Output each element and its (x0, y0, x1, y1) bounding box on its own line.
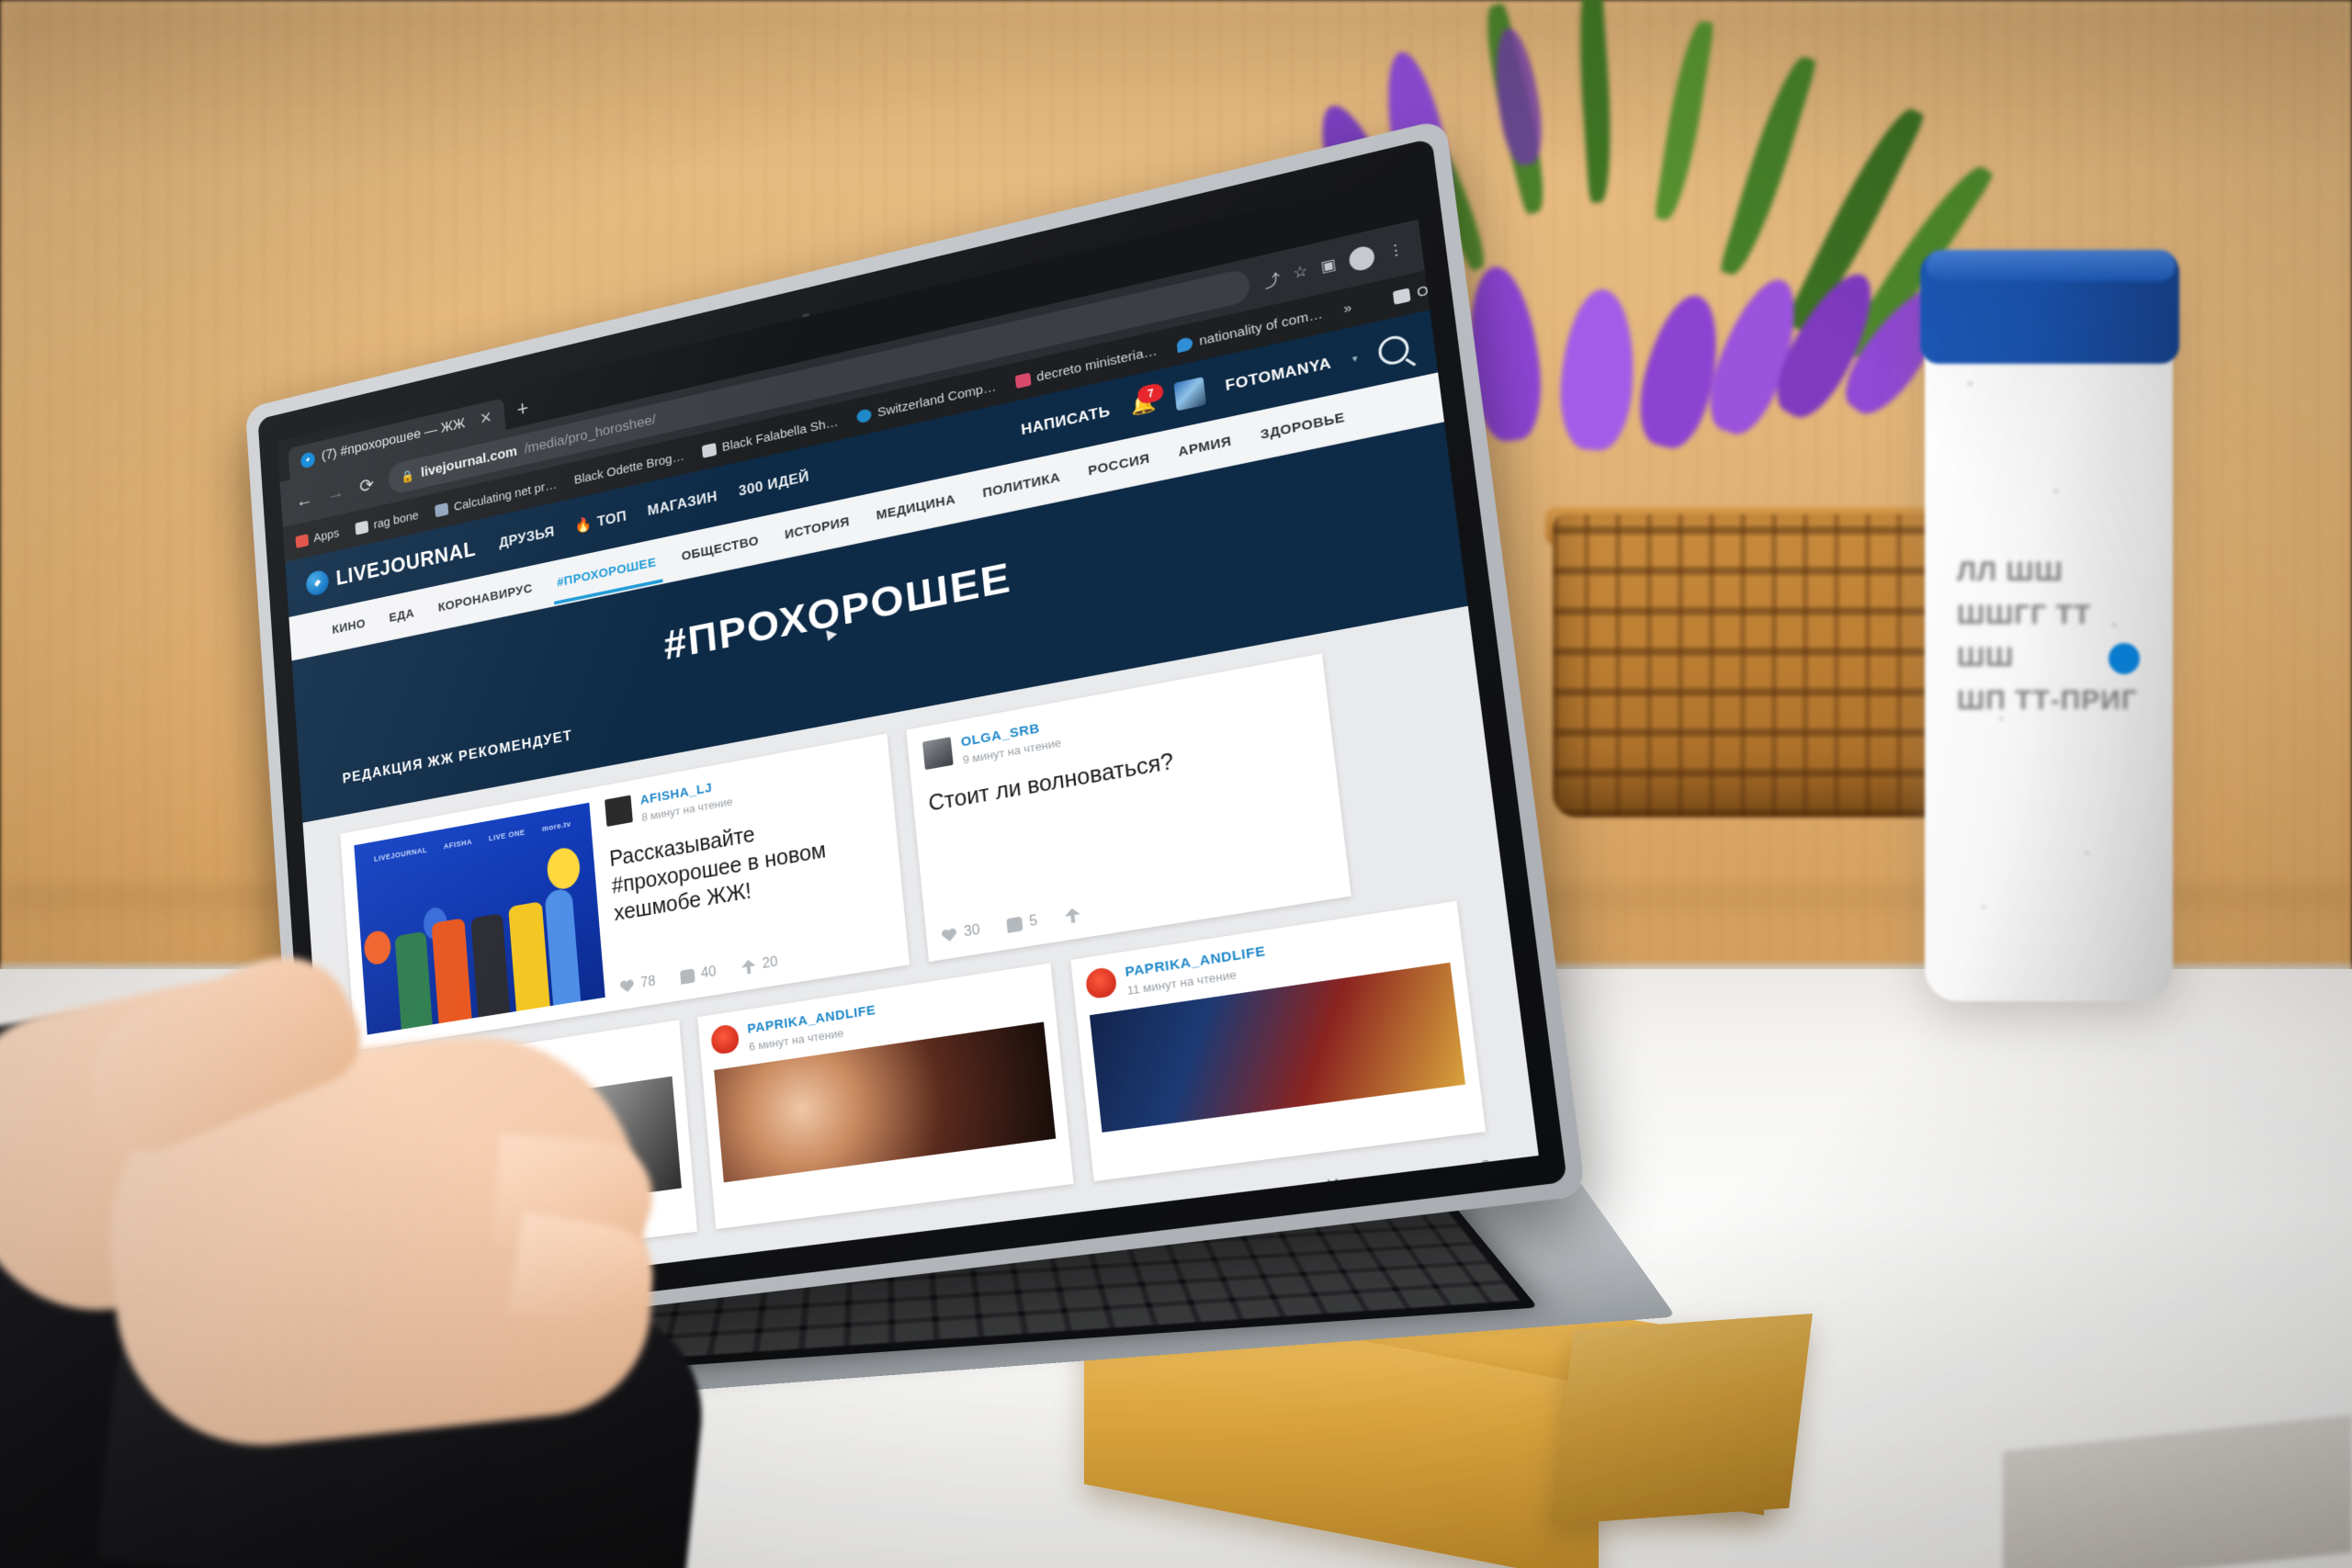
nav-item-magazin[interactable]: МАГАЗИН (647, 488, 718, 519)
author-avatar[interactable] (605, 795, 633, 827)
chevron-down-icon[interactable]: ▾ (1351, 352, 1358, 365)
bookmark-label: rag bone (373, 508, 420, 532)
site-icon (435, 502, 449, 517)
profile-avatar-icon[interactable] (1348, 243, 1376, 273)
site-icon (701, 442, 718, 458)
likes-count: 30 (963, 921, 981, 941)
illustration-person (470, 912, 511, 1018)
illustration-person (508, 901, 550, 1011)
mug-blue-dot (2109, 643, 2140, 674)
shares-stat[interactable]: 20 (741, 954, 778, 976)
author-avatar[interactable] (922, 737, 954, 771)
reload-icon[interactable]: ⟳ (356, 472, 378, 498)
comments-count: 40 (700, 964, 718, 982)
balloon-orange (363, 929, 392, 966)
search-icon[interactable] (1376, 333, 1411, 367)
article-body: AFISHA_LJ 8 минут на чтение Рассказывайт… (605, 750, 893, 995)
site-icon (856, 407, 873, 424)
article-card[interactable]: PAPRIKA_ANDLIFE 11 минут на чтение (1069, 900, 1487, 1182)
thumb-logo: AFISHA (443, 837, 473, 852)
article-stats: 78 40 20 (619, 936, 893, 995)
share-icon (1064, 908, 1081, 924)
folder-icon (1393, 287, 1411, 305)
article-card[interactable]: PAPRIKA_ANDLIFE 6 минут на чтение (697, 963, 1074, 1230)
nav-label: МАГАЗИН (647, 488, 718, 519)
notifications-bell-icon[interactable]: 🔔 7 (1129, 381, 1165, 418)
nav-item-druzya[interactable]: ДРУЗЬЯ (498, 524, 555, 552)
likes-stat[interactable]: 78 (619, 974, 656, 995)
category-kino[interactable]: КИНО (331, 603, 368, 650)
mouse-cursor (821, 630, 837, 644)
share-icon (741, 959, 756, 976)
lock-icon: 🔒 (400, 468, 415, 484)
bookmark-item[interactable]: rag bone (355, 508, 419, 536)
author-block: PAPRIKA_ANDLIFE 11 минут на чтение (1125, 943, 1269, 998)
author-block: OLGA_SRB 9 минут на чтение (960, 717, 1062, 767)
comment-icon (679, 968, 695, 985)
article-thumbnail: LIVEJOURNAL AFISHA LIVE ONE more.tv (354, 802, 605, 1035)
balloon-yellow (546, 845, 582, 892)
likes-stat[interactable]: 30 (941, 922, 980, 944)
bookmark-label: Apps (312, 525, 340, 546)
photo-scene: ЛЛ ШШ ШШГГ ТТ ШШ ШП ТТ-ПРИГ (7) #прохороше… (0, 0, 2352, 1568)
star-icon[interactable]: ☆ (1292, 262, 1308, 283)
thumb-logo: LIVEJOURNAL (373, 845, 428, 863)
author-avatar[interactable] (1084, 965, 1117, 1000)
illustration-person (431, 918, 472, 1024)
write-button[interactable]: НАПИСАТЬ (1020, 402, 1111, 439)
author-block: PAPRIKA_ANDLIFE 6 минут на чтение (747, 1002, 878, 1053)
mug-lid-top (1926, 250, 2176, 281)
mug-text: ЛЛ ШШ ШШГГ ТТ ШШ ШП ТТ-ПРИГ (1957, 557, 2138, 716)
fire-icon: 🔥 (574, 514, 594, 535)
notification-badge: 7 (1136, 381, 1165, 405)
nav-label: ДРУЗЬЯ (498, 523, 556, 551)
extension-icon[interactable]: ▣ (1319, 255, 1337, 276)
close-tab-icon[interactable]: ✕ (479, 408, 492, 429)
category-armiya[interactable]: АРМИЯ (1176, 418, 1234, 474)
author-block: AFISHA_LJ 8 минут на чтение (639, 777, 733, 824)
site-icon (1014, 372, 1032, 389)
user-avatar[interactable] (1173, 377, 1207, 412)
nav-item-top[interactable]: 🔥 ТОП (574, 508, 627, 536)
likes-count: 78 (639, 974, 657, 991)
three-dot-menu-icon[interactable]: ⋮ (1386, 240, 1405, 261)
nav-label: 300 ИДЕЙ (738, 468, 810, 500)
site-icon (1176, 335, 1194, 353)
author-avatar[interactable] (710, 1023, 741, 1055)
new-tab-icon[interactable]: + (516, 396, 529, 422)
apps-icon (295, 533, 310, 548)
heart-icon (619, 978, 634, 994)
comment-icon (1006, 916, 1023, 933)
thumb-logo: more.tv (541, 819, 571, 833)
wood-block-side (1550, 1314, 1813, 1525)
folder-icon (355, 520, 369, 536)
bookmarks-divider (1371, 293, 1374, 311)
other-bookmarks-folder[interactable]: Other Bookmarks (1393, 271, 1430, 306)
username-label[interactable]: FOTOMANYA (1225, 355, 1332, 395)
thumb-logo: LIVE ONE (488, 828, 526, 843)
comments-count: 5 (1028, 913, 1039, 931)
illustration-person (394, 931, 433, 1030)
comments-stat[interactable]: 40 (679, 964, 718, 986)
bookmarks-overflow-icon[interactable]: » (1342, 299, 1352, 316)
bookmark-item[interactable]: Apps (295, 525, 340, 548)
url-domain: livejournal.com (420, 443, 518, 480)
illustration-confetti (544, 887, 582, 1006)
share-icon[interactable]: ⤴ (1262, 266, 1282, 292)
nav-item-300-idey[interactable]: 300 ИДЕЙ (738, 468, 809, 501)
livejournal-mark-icon (305, 569, 330, 598)
forward-icon[interactable]: → (325, 479, 346, 505)
comments-stat[interactable]: 5 (1006, 913, 1038, 934)
shares-stat[interactable] (1064, 908, 1081, 924)
livejournal-favicon (300, 450, 316, 469)
shares-count: 20 (762, 954, 779, 972)
heart-icon (941, 927, 957, 943)
back-icon[interactable]: ← (294, 487, 315, 513)
nav-label: ТОП (596, 507, 628, 530)
category-eda[interactable]: ЕДА (388, 592, 416, 638)
article-card[interactable]: OLGA_SRB 9 минут на чтение Стоит ли волн… (906, 653, 1351, 963)
